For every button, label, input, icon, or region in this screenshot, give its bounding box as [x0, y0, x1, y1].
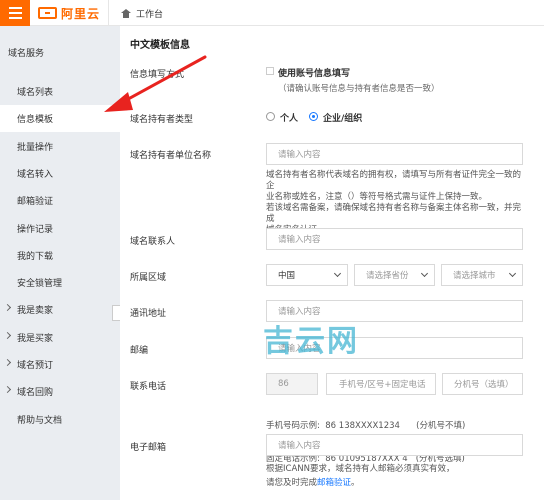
chevron-right-icon [3, 386, 12, 394]
holder-type-company-radio[interactable] [309, 112, 318, 121]
fill-method-note: （请确认账号信息与持有者信息是否一致） [278, 84, 440, 94]
phone-label: 联系电话 [130, 382, 167, 392]
breadcrumb-label: 工作台 [136, 9, 164, 20]
sidebar-item-label: 安全锁管理 [17, 279, 63, 290]
email-input[interactable]: 请输入内容 [266, 434, 523, 456]
sidebar-item[interactable]: 域名预订 [0, 351, 120, 378]
sidebar-item[interactable]: 安全锁管理 [0, 269, 120, 296]
use-account-info-checkbox[interactable] [266, 67, 274, 75]
holder-type-label: 域名持有者类型 [130, 115, 194, 125]
country-select[interactable]: 中国 [266, 264, 348, 286]
contact-label: 域名联系人 [130, 237, 176, 247]
sidebar-title: 域名服务 [8, 48, 45, 59]
sidebar-item-label: 邮箱验证 [17, 197, 54, 208]
province-select[interactable]: 请选择省份 [354, 264, 435, 286]
sidebar-item-label: 我的下载 [17, 251, 54, 262]
province-placeholder: 请选择省份 [366, 271, 409, 281]
help-line: 若该域名需备案，请确保域名持有者名称与备案主体名称一致，并完成 [266, 203, 522, 224]
chevron-right-icon [3, 304, 12, 312]
holder-name-label: 域名持有者单位名称 [130, 151, 212, 161]
chevron-down-icon [508, 269, 517, 278]
sidebar-collapse-handle[interactable] [112, 305, 120, 321]
country-value: 中国 [278, 271, 296, 281]
breadcrumb[interactable]: 工作台 [108, 0, 163, 26]
sidebar-item-label: 域名列表 [17, 88, 54, 98]
chevron-down-icon [333, 269, 342, 278]
chevron-right-icon [3, 358, 12, 367]
site-watermark: 吉云网 [263, 324, 359, 359]
address-label: 通讯地址 [130, 309, 167, 319]
holder-type-company-label[interactable]: 企业/组织 [323, 111, 362, 124]
home-icon [121, 8, 131, 18]
chevron-right-icon [3, 331, 12, 339]
phone-country-code: 86 [266, 373, 318, 395]
sidebar-item-label: 域名回购 [17, 388, 54, 399]
sidebar-item[interactable]: 操作记录 [0, 215, 120, 242]
sidebar-item[interactable]: 我是买家 [0, 324, 120, 351]
email-note-suffix: 。 [351, 478, 360, 488]
help-line: 业名称或姓名，注意（）等符号格式需与证件上保持一致。 [266, 192, 488, 202]
holder-name-input[interactable]: 请输入内容 [266, 143, 523, 165]
sidebar-item[interactable]: 信息模板 [0, 105, 120, 133]
phone-example-mobile: 手机号码示例: 86 138XXXX1234 (分机号不填) [266, 421, 466, 431]
phone-ext-input[interactable]: 分机号（选填） [442, 373, 523, 395]
city-select[interactable]: 请选择城市 [441, 264, 523, 286]
sidebar-item-label: 信息模板 [17, 115, 54, 126]
sidebar-item[interactable]: 域名转入 [0, 160, 120, 187]
holder-type-personal-radio[interactable] [266, 112, 275, 121]
top-bar: 阿里云 工作台 [0, 0, 544, 26]
zip-label: 邮编 [130, 346, 149, 356]
fill-method-label: 信息填写方式 [130, 70, 185, 80]
sidebar: 域名服务 域名列表信息模板批量操作域名转入邮箱验证操作记录我的下载安全锁管理我是… [0, 26, 120, 500]
sidebar-item[interactable]: 我的下载 [0, 242, 120, 269]
aliyun-logo-icon [38, 7, 57, 19]
help-line: 域名持有者名称代表域名的拥有权，请填写与所有者证件完全一致的企 [266, 170, 522, 191]
sidebar-item-label: 域名预订 [17, 361, 54, 371]
email-label: 电子邮箱 [130, 443, 167, 453]
sidebar-item[interactable]: 域名列表 [0, 78, 120, 105]
sidebar-item-label: 域名转入 [17, 169, 54, 180]
main-content: 中文模板信息 信息填写方式 使用账号信息填写 （请确认账号信息与持有者信息是否一… [120, 26, 544, 500]
email-note-line2: 请您及时完成邮箱验证。 [266, 476, 528, 490]
email-note-line1: 根据ICANN要求，域名持有人邮箱必须真实有效， [266, 464, 455, 474]
holder-type-personal-label[interactable]: 个人 [280, 111, 298, 124]
sidebar-item-label: 我是卖家 [17, 306, 54, 317]
sidebar-item-label: 帮助与文档 [17, 415, 63, 426]
sidebar-item[interactable]: 我是卖家 [0, 296, 120, 323]
logo-text: 阿里云 [61, 6, 101, 21]
contact-input[interactable]: 请输入内容 [266, 228, 523, 250]
holder-name-help: 域名持有者名称代表域名的拥有权，请填写与所有者证件完全一致的企 业名称或姓名，注… [266, 170, 528, 236]
sidebar-item[interactable]: 域名回购 [0, 378, 120, 405]
sidebar-item-label: 我是买家 [17, 333, 54, 344]
phone-number-input[interactable]: 手机号/区号+固定电话 [326, 373, 436, 395]
sidebar-item[interactable]: 邮箱验证 [0, 187, 120, 214]
sidebar-item-label: 批量操作 [17, 142, 54, 153]
email-verify-link[interactable]: 邮箱验证 [317, 478, 351, 488]
chevron-down-icon [420, 269, 429, 278]
section-title: 中文模板信息 [130, 40, 190, 51]
city-placeholder: 请选择城市 [453, 271, 496, 281]
sidebar-item[interactable]: 帮助与文档 [0, 406, 120, 433]
region-label: 所属区域 [130, 273, 167, 283]
aliyun-logo[interactable]: 阿里云 [38, 5, 100, 21]
email-note: 根据ICANN要求，域名持有人邮箱必须真实有效， 请您及时完成邮箱验证。 [266, 462, 528, 490]
email-note-prefix: 请您及时完成 [266, 478, 318, 488]
sidebar-item-label: 操作记录 [17, 224, 54, 235]
sidebar-item[interactable]: 批量操作 [0, 133, 120, 160]
hamburger-menu-icon[interactable] [0, 0, 30, 26]
use-account-info-label[interactable]: 使用账号信息填写 [278, 66, 350, 79]
